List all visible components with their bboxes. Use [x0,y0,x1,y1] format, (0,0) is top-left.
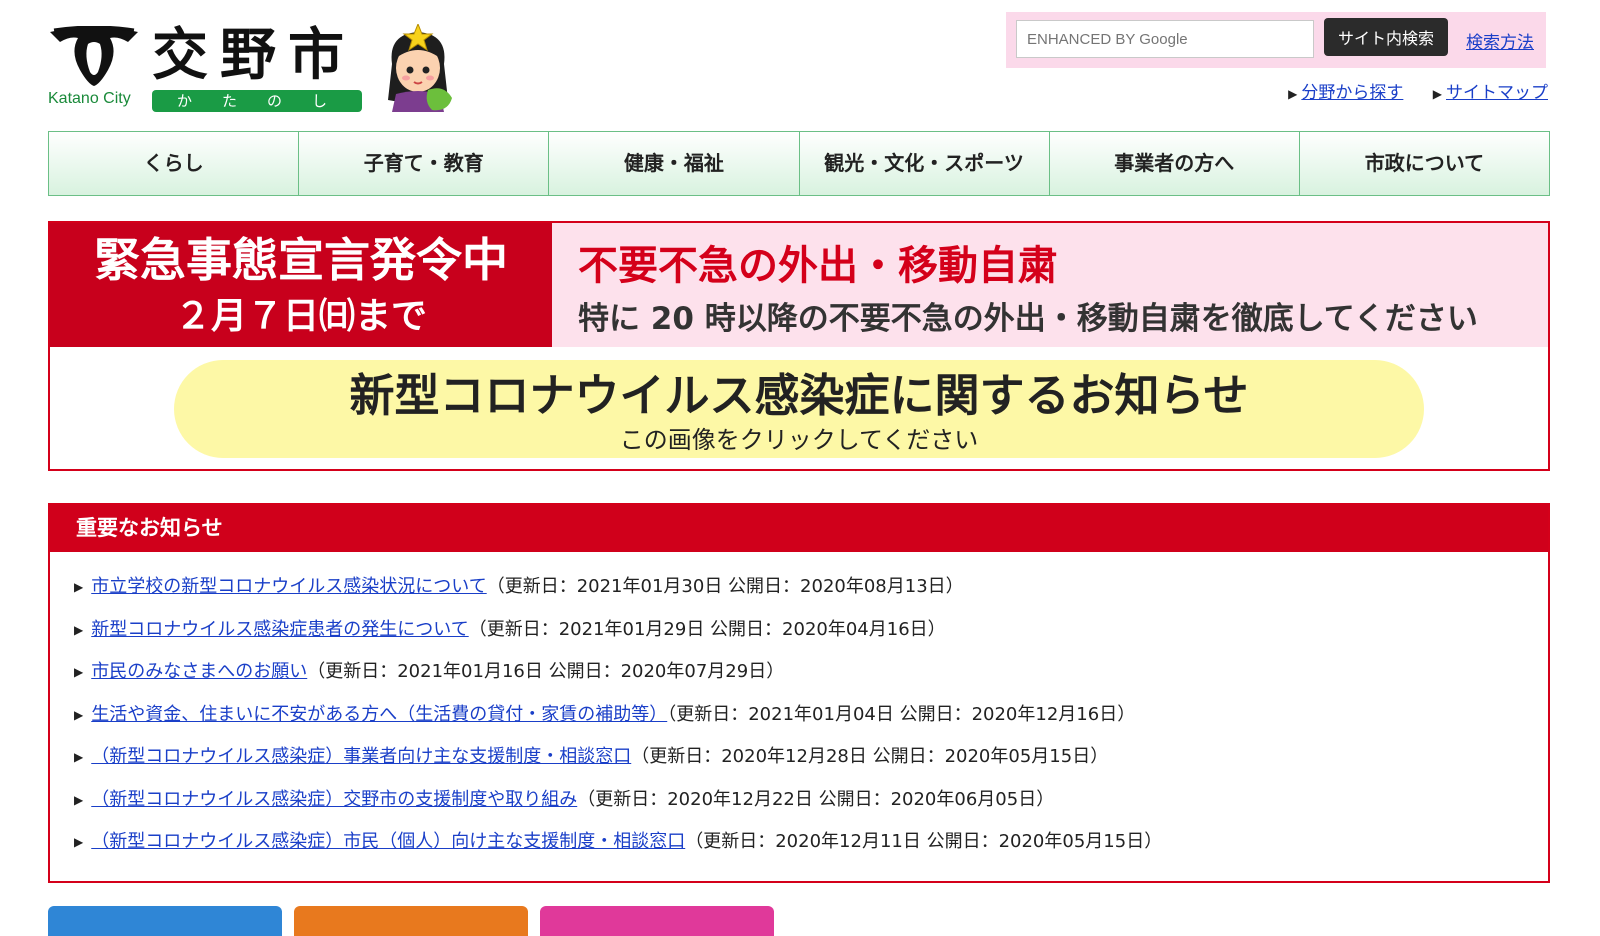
nav-item-city-administration[interactable]: 市政について [1300,132,1549,195]
notice-link[interactable]: （新型コロナウイルス感染症）市民（個人）向け主な支援制度・相談窓口 [91,831,685,852]
stay-home-text: 特に 20 時以降の不要不急の外出・移動自粛を徹底してください [578,301,1478,337]
emergency-declaration-panel: 緊急事態宣言発令中 ２月７日㈰まで [50,223,552,347]
mascot-icon [378,24,458,114]
triangle-right-icon: ▶ [74,580,84,594]
bottom-tab-blue[interactable] [48,906,282,936]
city-name: 交野市 [152,23,356,88]
global-navigation: くらし 子育て・教育 健康・福祉 観光・文化・スポーツ 事業者の方へ 市政につい… [48,131,1550,196]
triangle-right-icon: ▶ [74,707,84,722]
notice-dates: （更新日：2021年01月29日 公開日：2020年04月16日） [468,618,946,640]
search-help-link[interactable]: 検索方法 [1466,28,1534,53]
notice-link[interactable]: 生活や資金、住まいに不安がある方へ（生活費の貸付・家賃の補助等） [91,704,667,725]
list-item: ▶ 市立学校の新型コロナウイルス感染状況について（更新日：2021年01月30日 … [74,566,1548,609]
list-item: ▶ （新型コロナウイルス感染症）交野市の支援制度や取り組み（更新日：2020年12… [74,779,1548,822]
list-item: ▶ （新型コロナウイルス感染症）事業者向け主な支援制度・相談窓口（更新日：2020… [74,736,1548,779]
bottom-tab-pink[interactable] [540,906,774,936]
nav-item-childcare-education[interactable]: 子育て・教育 [299,132,550,195]
notice-list: ▶ 市立学校の新型コロナウイルス感染状況について（更新日：2021年01月30日 … [50,552,1548,864]
notice-link[interactable]: （新型コロナウイルス感染症）事業者向け主な支援制度・相談窓口 [91,746,631,767]
covid-info-banner[interactable]: 新型コロナウイルス感染症に関するお知らせ この画像をクリックしてください [174,360,1424,458]
browse-by-category-link[interactable]: 分野から探す [1301,83,1403,103]
triangle-right-icon: ▶ [74,750,84,764]
notice-dates: （更新日：2020年12月22日 公開日：2020年06月05日） [577,788,1055,810]
stay-home-title: 不要不急の外出・移動自粛 [578,243,1058,289]
emergency-declaration-date: ２月７日㈰まで [174,296,427,337]
triangle-right-icon: ▶ [74,835,84,849]
triangle-right-icon: ▶ [74,622,84,637]
notice-dates: （更新日：2021年01月30日 公開日：2020年08月13日） [486,576,964,597]
search-input[interactable] [1016,20,1314,58]
nav-item-health-welfare[interactable]: 健康・福祉 [549,132,800,195]
notice-link[interactable]: （新型コロナウイルス感染症）交野市の支援制度や取り組み [91,789,577,810]
city-name-kana: かたのし [152,90,362,112]
notice-link[interactable]: 市民のみなさまへのお願い [91,661,307,682]
site-search-button[interactable]: サイト内検索 [1324,18,1448,56]
notice-link[interactable]: 市立学校の新型コロナウイルス感染状況について [91,576,486,597]
nav-item-living[interactable]: くらし [49,132,300,195]
stay-home-panel: 不要不急の外出・移動自粛 特に 20 時以降の不要不急の外出・移動自粛を徹底して… [552,223,1548,347]
emergency-banner[interactable]: 緊急事態宣言発令中 ２月７日㈰まで 不要不急の外出・移動自粛 特に 20 時以降… [48,221,1550,471]
important-notices-title: 重要なお知らせ [50,505,1548,552]
sitemap-link[interactable]: サイトマップ [1446,83,1548,103]
triangle-right-icon: ▶ [1432,87,1442,101]
header-sub-links: ▶ 分野から探す ▶ サイトマップ [1288,78,1548,103]
nav-item-tourism-culture-sports[interactable]: 観光・文化・スポーツ [800,132,1050,195]
list-item: ▶ 新型コロナウイルス感染症患者の発生について（更新日：2021年01月29日 公… [74,609,1548,652]
triangle-right-icon: ▶ [74,792,84,807]
notice-dates: （更新日：2020年12月28日 公開日：2020年05月15日） [631,746,1109,767]
notice-dates: （更新日：2020年12月11日 公開日：2020年05月15日） [685,831,1163,852]
city-emblem-icon [48,26,140,88]
list-item: ▶ 市民のみなさまへのお願い（更新日：2021年01月16日 公開日：2020年0… [74,651,1548,694]
bottom-tab-orange[interactable] [294,906,528,936]
triangle-right-icon: ▶ [74,665,84,679]
list-item: ▶ 生活や資金、住まいに不安がある方へ（生活費の貸付・家賃の補助等）（更新日：20… [74,694,1548,737]
important-notices: 重要なお知らせ ▶ 市立学校の新型コロナウイルス感染状況について（更新日：2021… [48,503,1550,883]
nav-item-business[interactable]: 事業者の方へ [1050,132,1300,195]
covid-info-title: 新型コロナウイルス感染症に関するお知らせ [349,369,1249,422]
emergency-declaration-title: 緊急事態宣言発令中 [94,233,508,287]
site-search: サイト内検索 検索方法 [1006,12,1546,68]
triangle-right-icon: ▶ [1288,87,1298,101]
notice-dates: （更新日：2021年01月04日 公開日：2020年12月16日） [667,703,1136,725]
covid-info-subtitle: この画像をクリックしてください [619,426,979,454]
notice-dates: （更新日：2021年01月16日 公開日：2020年07月29日） [307,661,785,682]
list-item: ▶ （新型コロナウイルス感染症）市民（個人）向け主な支援制度・相談窓口（更新日：2… [74,821,1548,864]
notice-link[interactable]: 新型コロナウイルス感染症患者の発生について [91,619,468,640]
site-logo[interactable]: 交野市 Katano City かたのし [48,24,458,114]
city-name-en: Katano City [48,90,131,107]
